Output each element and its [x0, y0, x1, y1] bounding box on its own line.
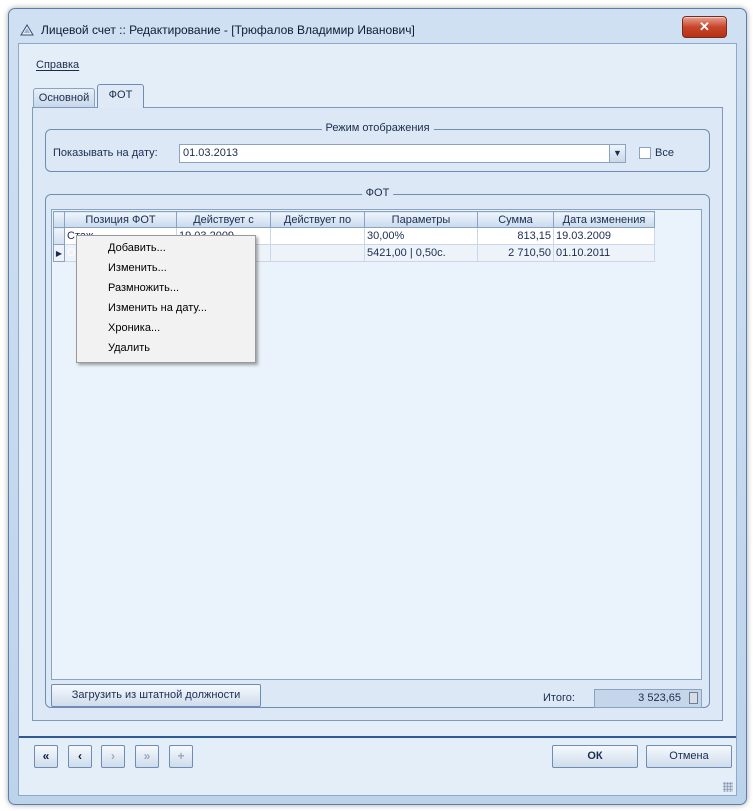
load-from-staff-button[interactable]: Загрузить из штатной должности — [51, 684, 261, 707]
ok-button[interactable]: ОК — [552, 745, 638, 768]
menu-item-edit-on-date[interactable]: Изменить на дату... — [108, 299, 207, 317]
display-mode-title: Режим отображения — [321, 122, 434, 134]
date-label: Показывать на дату: — [53, 147, 158, 159]
resize-grip-icon[interactable] — [723, 782, 733, 792]
dialog-client: Справка Основной ФОТ Режим отображения П… — [18, 43, 737, 796]
menu-item-add[interactable]: Добавить... — [108, 239, 166, 257]
close-button[interactable]: ✕ — [682, 16, 727, 38]
tab-main[interactable]: Основной — [33, 88, 95, 107]
date-value: 01.03.2013 — [183, 147, 239, 159]
prev-record-button[interactable]: ‹ — [68, 745, 92, 768]
row-indicator[interactable] — [53, 227, 65, 245]
cell-to[interactable] — [270, 227, 365, 245]
menu-item-delete[interactable]: Удалить — [108, 339, 150, 357]
window-title: Лицевой счет :: Редактирование - [Трюфал… — [41, 23, 415, 37]
display-mode-group: Режим отображения Показывать на дату: 01… — [45, 122, 710, 172]
cancel-button[interactable]: Отмена — [646, 745, 732, 768]
context-menu: Добавить... Изменить... Размножить... Из… — [76, 235, 256, 363]
cell-params[interactable]: 5421,00 | 0,50с. — [364, 244, 478, 262]
dialog-window: Лицевой счет :: Редактирование - [Трюфал… — [8, 8, 747, 805]
title-bar: Лицевой счет :: Редактирование - [Трюфал… — [9, 9, 746, 39]
column-header[interactable]: Действует по — [270, 211, 365, 228]
separator — [19, 736, 736, 738]
date-select[interactable]: 01.03.2013 ▼ — [179, 144, 626, 163]
fot-group-title: ФОТ — [361, 187, 394, 199]
menu-item-edit[interactable]: Изменить... — [108, 259, 167, 277]
total-label: Итого: — [543, 692, 575, 704]
column-header[interactable]: Дата изменения — [553, 211, 655, 228]
all-label: Все — [655, 147, 674, 159]
all-checkbox[interactable] — [639, 147, 651, 159]
table-header-row: Позиция ФОТ Действует с Действует по Пар… — [53, 211, 655, 228]
tab-panel-fot: Режим отображения Показывать на дату: 01… — [32, 107, 723, 721]
next-record-button[interactable]: › — [101, 745, 125, 768]
add-record-button[interactable]: + — [169, 745, 193, 768]
cell-changed[interactable]: 01.10.2011 — [553, 244, 655, 262]
menu-item-duplicate[interactable]: Размножить... — [108, 279, 179, 297]
cell-sum[interactable]: 813,15 — [477, 227, 554, 245]
row-indicator[interactable]: ▶ — [53, 244, 65, 262]
row-indicator-header — [53, 211, 65, 228]
cell-params[interactable]: 30,00% — [364, 227, 478, 245]
cell-changed[interactable]: 19.03.2009 — [553, 227, 655, 245]
tab-fot[interactable]: ФОТ — [97, 84, 144, 108]
chevron-down-icon[interactable]: ▼ — [609, 145, 625, 162]
first-record-button[interactable]: « — [34, 745, 58, 768]
column-header[interactable]: Позиция ФОТ — [64, 211, 177, 228]
menu-item-history[interactable]: Хроника... — [108, 319, 160, 337]
calculator-icon[interactable] — [689, 692, 698, 704]
last-record-button[interactable]: » — [135, 745, 159, 768]
cell-to[interactable] — [270, 244, 365, 262]
total-field: 3 523,65 — [594, 689, 702, 708]
app-icon — [20, 24, 34, 36]
cell-sum[interactable]: 2 710,50 — [477, 244, 554, 262]
column-header[interactable]: Действует с — [176, 211, 271, 228]
menu-help[interactable]: Справка — [36, 59, 79, 71]
column-header[interactable]: Сумма — [477, 211, 554, 228]
column-header[interactable]: Параметры — [364, 211, 478, 228]
total-value: 3 523,65 — [638, 692, 681, 704]
